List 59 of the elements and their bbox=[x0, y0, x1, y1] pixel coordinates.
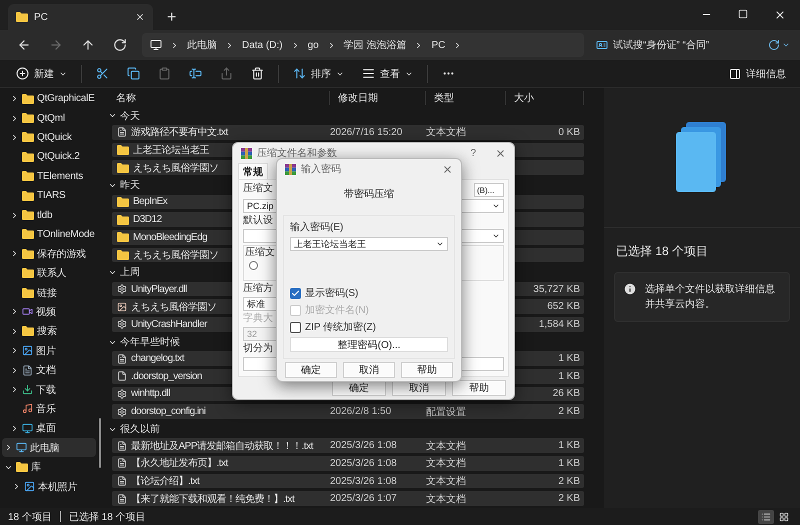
date-text: 2025/3/26 1:08 bbox=[330, 476, 397, 487]
size-text: 1 KB bbox=[558, 353, 580, 364]
size-text: 2 KB bbox=[558, 476, 580, 487]
option-label: 加密文件名(N) bbox=[305, 304, 369, 317]
type-text: 文本文档 bbox=[426, 458, 466, 470]
file-name: 游戏路径不要有中文.txt bbox=[131, 126, 228, 140]
size-text: 2 KB bbox=[558, 406, 580, 418]
size-text: 652 KB bbox=[547, 301, 580, 312]
file-name: D3D12 bbox=[133, 214, 162, 226]
option-label: 显示密码(S) bbox=[305, 286, 358, 300]
file-name: えちえち風俗学園ソ bbox=[131, 300, 216, 314]
group-label: 压缩文 bbox=[245, 247, 275, 259]
file-name: .doorstop_version bbox=[131, 370, 202, 382]
date-text: 2025/3/26 1:08 bbox=[330, 440, 397, 452]
field-label: 输入密码(E) bbox=[290, 222, 344, 234]
size-text: 2 KB bbox=[558, 493, 580, 504]
field-label: 切分为 bbox=[243, 343, 273, 355]
size-text: 1 KB bbox=[558, 370, 580, 382]
size-text: 0 KB bbox=[558, 126, 580, 138]
file-name: doorstop_config.ini bbox=[131, 406, 206, 418]
dialog-title: 输入密码 bbox=[301, 162, 342, 176]
file-name: MonoBleedingEdg bbox=[133, 232, 208, 243]
field-label: 字典大 bbox=[243, 313, 273, 325]
file-name: えちえち風俗学園ソ bbox=[133, 162, 218, 175]
type-text: 配置设置 bbox=[426, 406, 466, 418]
file-name: 【永久地址发布页】.txt bbox=[131, 456, 228, 470]
field-label: 压缩方 bbox=[243, 283, 273, 295]
type-text: 文本文档 bbox=[426, 127, 466, 138]
field-label: 压缩文 bbox=[243, 183, 273, 195]
size-text: 35,727 KB bbox=[533, 284, 580, 295]
file-name: changelog.txt bbox=[131, 353, 184, 364]
info-text: 选择单个文件以获取详细信息并共享云内容。 bbox=[645, 282, 776, 312]
type-text: 文本文档 bbox=[426, 440, 466, 452]
file-name: 最新地址及APP请发邮箱自动获取！！！.txt bbox=[131, 440, 313, 453]
date-text: 2025/3/26 1:07 bbox=[330, 493, 397, 504]
file-name: えちえち風俗学園ソ bbox=[133, 248, 218, 262]
file-name: BepInEx bbox=[133, 196, 168, 208]
selection-count: 已选择 18 个项目 bbox=[68, 510, 146, 524]
date-text: 2026/2/8 1:50 bbox=[330, 406, 392, 418]
dialog-heading: 带密码压缩 bbox=[343, 188, 395, 202]
item-count: 18 个项目 bbox=[8, 510, 52, 524]
file-name: UnityPlayer.dll bbox=[131, 284, 187, 295]
type-text: 文本文档 bbox=[426, 494, 466, 505]
date-text: 2026/7/16 15:20 bbox=[330, 126, 402, 138]
selection-title: 已选择 18 个项目 bbox=[615, 243, 710, 260]
size-text: 1,584 KB bbox=[538, 318, 580, 330]
option-label: ZIP 传统加密(Z) bbox=[305, 320, 376, 334]
file-name: 【来了就能下载和观看！纯免费！】.txt bbox=[131, 492, 294, 506]
size-text: 1 KB bbox=[558, 458, 580, 469]
file-name: UnityCrashHandler bbox=[131, 318, 207, 330]
dialog-title: 压缩文件名和参数 bbox=[257, 146, 338, 160]
type-text: 文本文档 bbox=[426, 476, 466, 488]
file-name: winhttp.dll bbox=[131, 388, 170, 400]
size-text: 26 KB bbox=[552, 388, 580, 400]
file-name: 【论坛介绍】.txt bbox=[131, 474, 200, 488]
date-text: 2025/3/26 1:08 bbox=[330, 458, 397, 469]
field-label: 默认设 bbox=[243, 215, 273, 227]
file-name: 上老王论坛当老王 bbox=[133, 144, 209, 158]
size-text: 1 KB bbox=[558, 440, 580, 452]
